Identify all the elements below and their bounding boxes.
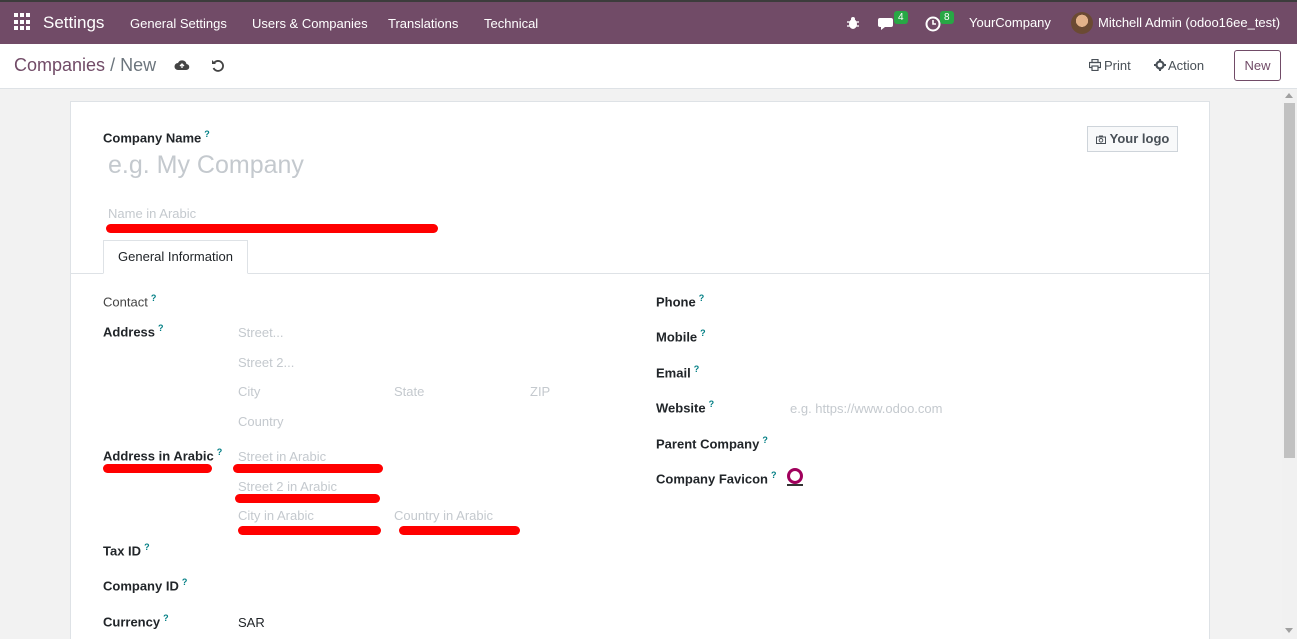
action-button[interactable]: Action: [1168, 58, 1204, 73]
scroll-thumb[interactable]: [1284, 103, 1295, 458]
country-arabic-input[interactable]: Country in Arabic: [394, 508, 493, 523]
activity-clock-icon[interactable]: [925, 16, 941, 32]
user-avatar[interactable]: [1071, 12, 1093, 34]
control-panel: Companies / New Print Action New: [0, 44, 1297, 89]
street-input[interactable]: Street...: [238, 325, 284, 340]
street2-arabic-input[interactable]: Street 2 in Arabic: [238, 479, 337, 494]
redaction-mark: [106, 224, 438, 233]
name-arabic-input[interactable]: Name in Arabic: [108, 206, 196, 221]
print-button[interactable]: Print: [1104, 58, 1131, 73]
menu-users-companies[interactable]: Users & Companies: [252, 16, 368, 31]
apps-menu-icon[interactable]: [14, 13, 32, 31]
scroll-up-arrow-icon[interactable]: [1285, 93, 1293, 98]
company-name-label: Company Name?: [103, 129, 210, 146]
parent-company-label: Parent Company?: [656, 435, 768, 452]
menu-general-settings[interactable]: General Settings: [130, 16, 227, 31]
discard-undo-icon[interactable]: [211, 59, 224, 72]
city-arabic-input[interactable]: City in Arabic: [238, 508, 314, 523]
favicon-image[interactable]: [787, 468, 803, 486]
page-scrollbar[interactable]: [1282, 89, 1297, 639]
tax-id-label: Tax ID?: [103, 542, 150, 559]
top-navbar: Settings General Settings Users & Compan…: [0, 0, 1297, 44]
your-logo-button[interactable]: Your logo: [1087, 126, 1178, 152]
country-input[interactable]: Country: [238, 414, 284, 429]
camera-icon: [1095, 135, 1106, 144]
scroll-down-arrow-icon[interactable]: [1285, 628, 1293, 633]
save-cloud-icon[interactable]: [174, 59, 190, 71]
app-title[interactable]: Settings: [43, 13, 104, 33]
company-id-label: Company ID?: [103, 577, 188, 594]
zip-input[interactable]: ZIP: [530, 384, 550, 399]
activities-count-badge: 8: [940, 11, 954, 24]
user-menu[interactable]: Mitchell Admin (odoo16ee_test): [1098, 15, 1280, 30]
website-label: Website?: [656, 399, 715, 416]
breadcrumb: Companies / New: [14, 55, 156, 76]
state-input[interactable]: State: [394, 384, 424, 399]
address-arabic-label: Address in Arabic?: [103, 447, 223, 464]
redaction-mark: [233, 464, 383, 473]
company-name-input[interactable]: e.g. My Company: [108, 151, 304, 180]
new-button[interactable]: New: [1234, 50, 1281, 81]
redaction-mark: [399, 526, 520, 535]
currency-label: Currency?: [103, 613, 169, 630]
website-input[interactable]: e.g. https://www.odoo.com: [790, 401, 942, 416]
gear-icon: [1154, 59, 1166, 71]
form-sheet: Company Name? e.g. My Company Name in Ar…: [70, 101, 1210, 639]
mobile-label: Mobile?: [656, 328, 706, 345]
redaction-mark: [235, 494, 380, 503]
street-arabic-input[interactable]: Street in Arabic: [238, 449, 326, 464]
phone-label: Phone?: [656, 293, 705, 310]
breadcrumb-companies[interactable]: Companies: [14, 55, 105, 75]
city-input[interactable]: City: [238, 384, 260, 399]
email-label: Email?: [656, 364, 700, 381]
currency-field[interactable]: SAR: [238, 615, 265, 630]
tab-general-information[interactable]: General Information: [103, 240, 248, 274]
address-label: Address?: [103, 323, 164, 340]
debug-bug-icon[interactable]: [846, 16, 860, 30]
redaction-mark: [238, 526, 381, 535]
menu-translations[interactable]: Translations: [388, 16, 458, 31]
breadcrumb-current: New: [120, 55, 157, 75]
contact-label: Contact?: [103, 293, 157, 310]
breadcrumb-separator: /: [110, 55, 116, 75]
messages-count-badge: 4: [894, 11, 908, 24]
street2-input[interactable]: Street 2...: [238, 355, 294, 370]
redaction-mark: [103, 464, 212, 473]
company-favicon-label: Company Favicon?: [656, 470, 777, 487]
menu-technical[interactable]: Technical: [484, 16, 538, 31]
company-switcher[interactable]: YourCompany: [969, 15, 1051, 30]
print-icon: [1089, 59, 1101, 71]
